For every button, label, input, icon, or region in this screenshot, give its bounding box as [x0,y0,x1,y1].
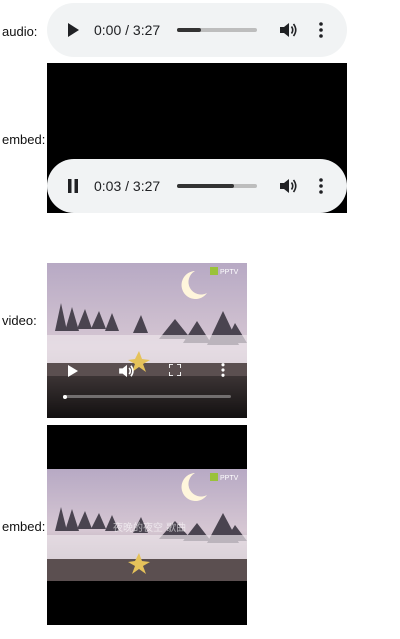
time-display: 0:00 / 3:27 [94,22,161,38]
fullscreen-button[interactable] [167,362,183,378]
audio-label: audio: [2,24,38,39]
seek-bar[interactable] [63,395,231,398]
volume-icon [119,364,134,378]
more-options-button[interactable] [215,362,231,378]
seek-bar-buffered [177,184,234,188]
volume-icon [280,23,297,37]
time-display: 0:03 / 3:27 [94,178,161,194]
more-options-button[interactable] [311,176,331,196]
watermark: PPTV [220,475,239,482]
play-button[interactable] [65,363,81,379]
fullscreen-icon [169,364,181,376]
watermark: PPTV [220,269,239,276]
video-label: video: [2,313,37,328]
video-player[interactable]: PPTV [47,263,247,418]
more-vert-icon [319,178,323,194]
embed-video-frame: 夜晚的夜空 歌曲 PPTV [47,469,247,581]
pause-icon [68,179,78,193]
more-vert-icon [319,22,323,38]
video-caption: 夜晚的夜空 歌曲 [113,521,186,534]
pause-button[interactable] [63,176,83,196]
seek-thumb[interactable] [63,394,67,399]
embed-label-2: embed: [2,519,46,534]
mute-button[interactable] [278,20,300,40]
mute-button[interactable] [278,176,300,196]
seek-bar-buffered [177,28,201,32]
video-frame: 夜晚的夜空 歌曲 PPTV [47,469,247,581]
seek-bar[interactable] [177,184,257,188]
mute-button[interactable] [118,362,136,380]
play-icon [68,365,78,377]
play-icon [68,23,79,37]
more-options-button[interactable] [311,20,331,40]
volume-icon [280,179,297,193]
play-button[interactable] [63,20,83,40]
embed-audio-player: 0:03 / 3:27 [47,159,347,213]
embed-label-1: embed: [2,132,46,147]
seek-bar[interactable] [177,28,257,32]
more-vert-icon [221,363,225,377]
audio-player: 0:00 / 3:27 [47,3,347,57]
